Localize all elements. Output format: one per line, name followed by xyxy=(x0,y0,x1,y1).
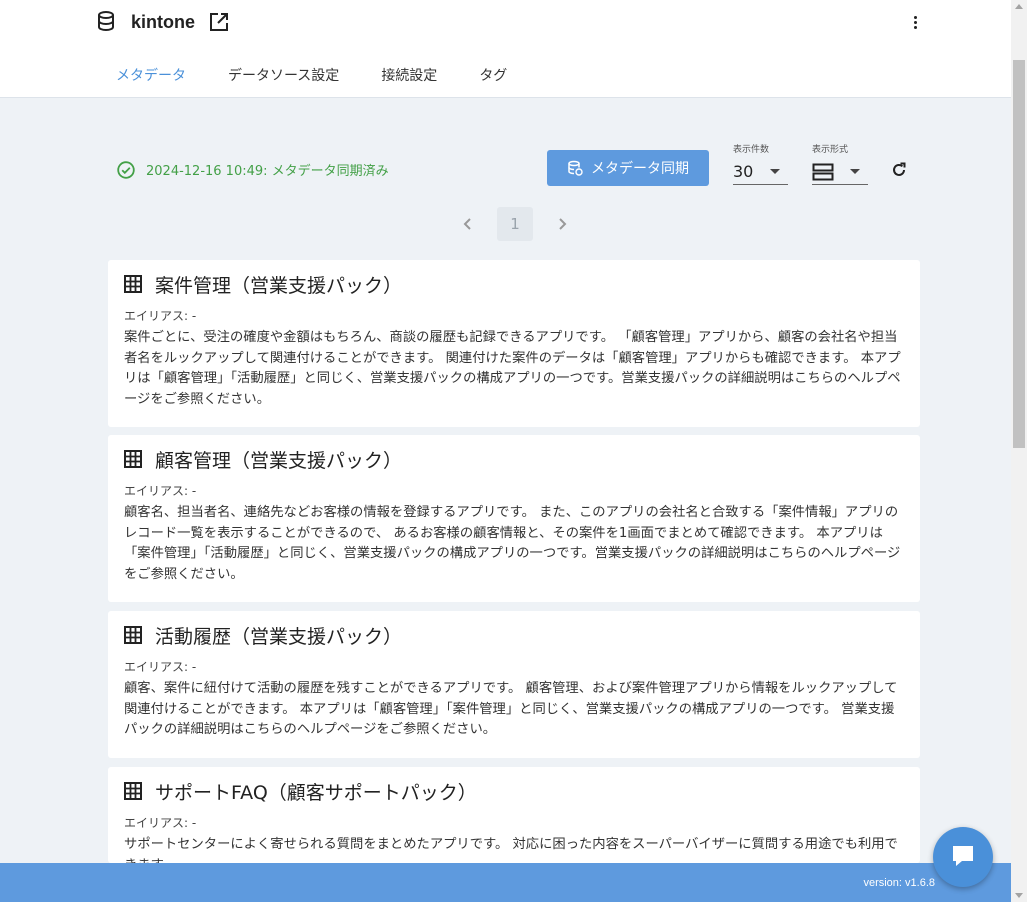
chat-button[interactable] xyxy=(933,827,993,887)
display-count-select[interactable]: 表示件数 30 xyxy=(733,142,788,185)
footer: version: v1.6.8 xyxy=(0,863,1011,902)
database-sync-icon xyxy=(567,160,583,176)
app-description: 顧客、案件に紐付けて活動の履歴を残すことができるアプリです。 顧客管理、および案… xyxy=(124,681,898,738)
tab-bar: メタデータ データソース設定 接続設定 タグ xyxy=(100,58,533,98)
scroll-down-icon[interactable] xyxy=(1015,893,1023,898)
app-card[interactable]: 活動履歴（営業支援パック） エイリアス: - 顧客、案件に紐付けて活動の履歴を残… xyxy=(108,611,920,758)
tab-connection-settings[interactable]: 接続設定 xyxy=(365,58,453,94)
next-page-icon[interactable] xyxy=(551,213,573,235)
app-alias: エイリアス: - xyxy=(124,484,197,498)
brand: kintone xyxy=(97,10,229,34)
sync-button-label: メタデータ同期 xyxy=(591,161,689,177)
app-card[interactable]: サポートFAQ（顧客サポートパック） エイリアス: - サポートセンターによく寄… xyxy=(108,767,920,863)
app-alias: エイリアス: - xyxy=(124,309,197,323)
table-icon xyxy=(124,782,142,800)
version-text: version: v1.6.8 xyxy=(863,877,935,889)
display-count-label: 表示件数 xyxy=(733,145,770,155)
app-description: 顧客名、担当者名、連絡先などお客様の情報を登録するアプリです。 また、このアプリ… xyxy=(124,505,901,583)
scroll-up-icon[interactable] xyxy=(1015,4,1023,9)
list-view-icon xyxy=(812,163,834,181)
app-name: 活動履歴（営業支援パック） xyxy=(155,625,403,648)
display-format-select[interactable]: 表示形式 xyxy=(812,142,868,185)
chevron-down-icon xyxy=(850,169,860,174)
display-format-label: 表示形式 xyxy=(812,145,849,155)
app-alias: エイリアス: - xyxy=(124,660,197,674)
sync-status-text: 2024-12-16 10:49: メタデータ同期済み xyxy=(146,164,389,179)
app-alias: エイリアス: - xyxy=(124,816,197,830)
tab-metadata[interactable]: メタデータ xyxy=(100,58,202,94)
page-number[interactable]: 1 xyxy=(497,207,533,241)
app-title: kintone xyxy=(131,11,196,32)
scrollbar-thumb[interactable] xyxy=(1013,60,1025,448)
prev-page-icon[interactable] xyxy=(457,213,479,235)
app-name: 案件管理（営業支援パック） xyxy=(155,274,403,297)
display-count-dropdown[interactable]: 30 xyxy=(733,159,788,185)
display-count-value: 30 xyxy=(733,162,754,181)
more-menu-icon[interactable] xyxy=(906,12,924,32)
app-description: 案件ごとに、受注の確度や金額はもちろん、商談の履歴も記録できるアプリです。 「顧… xyxy=(124,330,901,408)
table-icon xyxy=(124,450,142,468)
refresh-icon[interactable] xyxy=(890,160,908,180)
sync-status: 2024-12-16 10:49: メタデータ同期済み xyxy=(117,160,389,179)
app-name: 顧客管理（営業支援パック） xyxy=(155,449,403,472)
vertical-scrollbar[interactable] xyxy=(1011,0,1027,902)
open-external-icon[interactable] xyxy=(209,12,229,32)
display-format-dropdown[interactable] xyxy=(812,159,868,185)
tab-datasource-settings[interactable]: データソース設定 xyxy=(212,58,355,94)
app-header: kintone メタデータ データソース設定 接続設定 タグ xyxy=(0,0,1011,98)
metadata-sync-button[interactable]: メタデータ同期 xyxy=(547,150,709,186)
table-icon xyxy=(124,275,142,293)
tab-tags[interactable]: タグ xyxy=(463,58,523,94)
chat-bubble-icon xyxy=(949,841,977,873)
check-circle-icon xyxy=(117,160,135,179)
table-icon xyxy=(124,626,142,644)
app-card[interactable]: 顧客管理（営業支援パック） エイリアス: - 顧客名、担当者名、連絡先などお客様… xyxy=(108,435,920,602)
database-icon xyxy=(97,11,117,33)
app-description: サポートセンターによく寄せられる質問をまとめたアプリです。 対応に困った内容をス… xyxy=(124,837,898,863)
pagination: 1 xyxy=(457,207,573,241)
chevron-down-icon xyxy=(770,169,780,174)
app-name: サポートFAQ（顧客サポートパック） xyxy=(155,781,477,804)
app-card[interactable]: 案件管理（営業支援パック） エイリアス: - 案件ごとに、受注の確度や金額はもち… xyxy=(108,260,920,427)
